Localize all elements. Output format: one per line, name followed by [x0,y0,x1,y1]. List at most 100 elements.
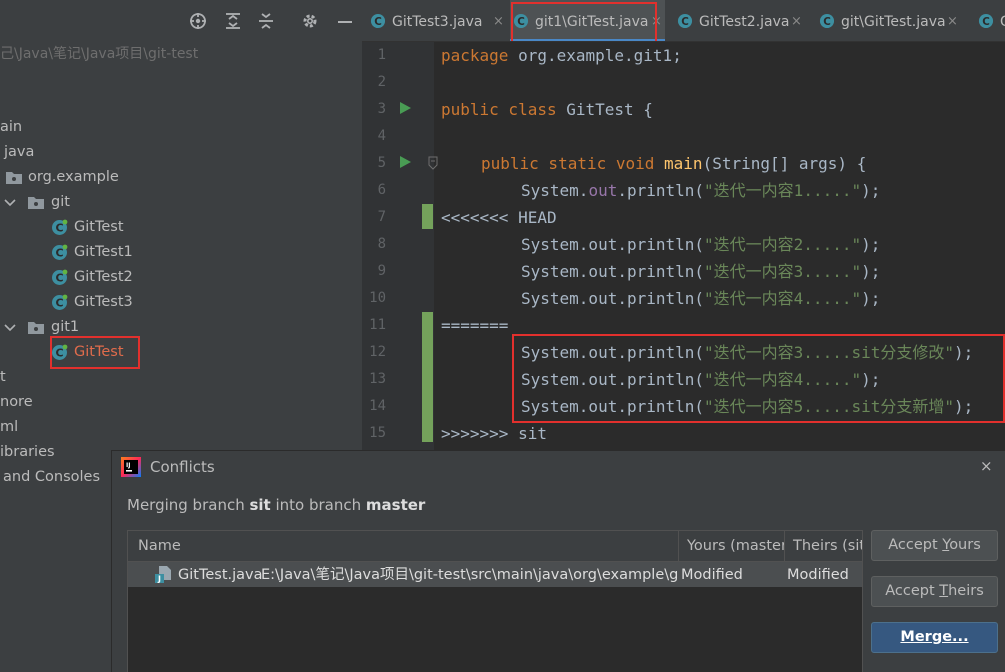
code-line-8: System.out.println("迭代一内容2....."); [521,235,881,254]
hide-panel-icon[interactable] [336,12,354,30]
collapse-all-icon[interactable] [257,12,275,30]
tree-item-gitignore[interactable]: nore [0,390,100,415]
svg-text:C: C [55,247,63,260]
conflict-table[interactable]: Name Yours (master) Theirs (sit) J GitTe… [127,530,863,672]
close-icon[interactable]: × [980,451,993,481]
line-number: 4 [377,128,386,144]
line-number: 1 [377,47,386,63]
close-icon[interactable]: × [947,0,958,41]
tree-item-gittest3[interactable]: C GitTest3 [0,290,200,315]
code-line-7: <<<<<<< HEAD [441,208,557,227]
tree-item-main[interactable]: ain [0,115,100,140]
code-line-6: System.out.println("迭代一内容1....."); [521,181,881,200]
line-number: 13 [369,371,386,387]
tree-item-gittest1[interactable]: C GitTest1 [0,240,200,265]
line-number: 9 [377,263,386,279]
run-icon[interactable] [398,101,412,115]
close-icon[interactable]: × [493,0,504,41]
line-number: 11 [369,317,386,333]
package-folder-icon [27,195,45,210]
java-class-icon: C [51,244,68,261]
line-number: 8 [377,236,386,252]
highlight-box [512,334,1005,423]
expand-all-icon[interactable] [224,12,242,30]
locate-icon[interactable] [189,12,207,30]
project-path: 己\Java\笔记\Java项目\git-test [0,46,199,62]
tab-overflow[interactable]: C G [978,0,1005,41]
fold-icon[interactable] [428,156,438,170]
accept-theirs-button[interactable]: Accept Theirs [871,576,998,607]
java-class-icon: C [978,13,994,29]
table-row[interactable]: J GitTest.java E:\Java\笔记\Java项目\git-tes… [128,562,862,587]
svg-text:C: C [55,297,63,310]
tree-item-java[interactable]: java [0,140,100,165]
tab-gittest3[interactable]: C GitTest3.java × [370,0,506,41]
project-toolbar [0,0,362,42]
conflict-file-name: GitTest.java [178,567,263,583]
change-marker[interactable] [422,204,433,229]
run-icon[interactable] [398,155,412,169]
tree-item-external-libraries[interactable]: ibraries [0,440,110,465]
column-header-theirs[interactable]: Theirs (sit) [785,531,862,562]
tree-item-git-gittest[interactable]: C GitTest [0,215,200,240]
tab-gittest2[interactable]: C GitTest2.java × [677,0,813,41]
line-number: 10 [369,290,386,306]
java-class-icon: C [819,13,835,29]
tree-item-pom-xml[interactable]: ml [0,415,100,440]
line-number: 3 [377,101,386,117]
java-class-icon: C [677,13,693,29]
svg-text:C: C [55,272,63,285]
java-class-icon: C [51,269,68,286]
line-number: 15 [369,425,386,441]
package-folder-icon [27,320,45,335]
column-header-yours[interactable]: Yours (master) [679,531,785,562]
conflicts-dialog: IJ Conflicts × Merging branch sit into b… [111,450,1005,672]
merge-description: Merging branch sit into branch master [127,496,426,514]
column-header-name[interactable]: Name [128,531,679,562]
line-number: 2 [377,74,386,90]
java-class-icon: C [370,13,386,29]
svg-text:IJ: IJ [126,462,130,469]
change-marker[interactable] [422,312,433,442]
code-line-10: System.out.println("迭代一内容4....."); [521,289,881,308]
dialog-title-bar[interactable]: IJ Conflicts × [112,451,1005,483]
line-number: 6 [377,182,386,198]
code-line-11: ======= [441,316,509,335]
svg-text:C: C [982,16,990,28]
svg-text:C: C [681,16,689,28]
dialog-title: Conflicts [150,458,215,476]
code-editor[interactable]: 1 2 3 4 5 6 7 8 9 10 11 12 13 14 15 pack… [362,42,1005,450]
code-line-9: System.out.println("迭代一内容3....."); [521,262,881,281]
line-number: 14 [369,398,386,414]
gear-icon[interactable] [301,12,319,30]
chevron-down-icon[interactable] [4,190,16,215]
line-number: 5 [377,155,386,171]
tree-item-t[interactable]: t [0,365,100,390]
intellij-logo-icon: IJ [121,457,141,477]
svg-text:C: C [823,16,831,28]
svg-text:C: C [374,16,382,28]
code-line-15: >>>>>>> sit [441,424,547,443]
package-folder-icon [5,170,23,185]
svg-text:J: J [157,575,161,584]
java-file-icon: J [155,566,171,584]
code-line-3: public class GitTest { [441,100,653,119]
tree-item-scratches-consoles[interactable]: and Consoles [0,465,110,490]
theirs-status: Modified [787,567,849,583]
code-line-5: public static void main(String[] args) { [481,154,867,173]
java-class-icon: C [51,219,68,236]
close-icon[interactable]: × [791,0,802,41]
java-class-icon: C [51,294,68,311]
tab-git-gittest[interactable]: C git\GitTest.java × [819,0,969,41]
tree-item-org-example[interactable]: org.example [0,165,200,190]
merge-button[interactable]: Merge... [871,622,998,653]
highlight-box [511,2,657,41]
tree-item-git[interactable]: git [0,190,200,215]
yours-status: Modified [681,567,743,583]
tree-item-gittest2[interactable]: C GitTest2 [0,265,200,290]
chevron-down-icon[interactable] [4,315,16,340]
line-number: 7 [377,209,386,225]
conflict-file-path: E:\Java\笔记\Java项目\git-test\src\main\java… [261,567,679,583]
accept-yours-button[interactable]: Accept Yours [871,530,998,561]
editor-tab-bar: C GitTest3.java × C git1\GitTest.java × … [362,0,1005,42]
